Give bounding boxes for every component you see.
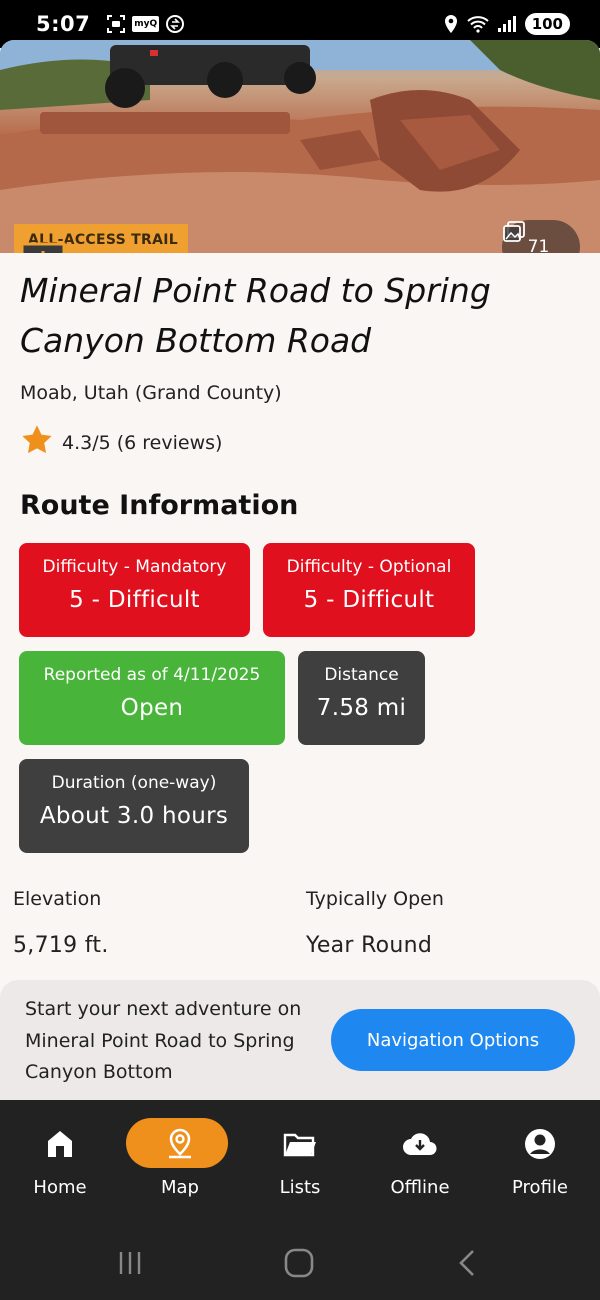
difficulty-mandatory-value: 5 - Difficult [69, 587, 200, 613]
trail-hero-image[interactable]: ALL-ACCESS TRAIL 71 [0, 40, 600, 253]
typically-open-label: Typically Open [306, 888, 444, 910]
battery-indicator: 100 [524, 13, 570, 35]
folder-icon [280, 1126, 320, 1162]
distance-value: 7.58 mi [316, 695, 407, 721]
myq-icon: myQ [132, 16, 160, 32]
duration-label: Duration (one-way) [51, 773, 217, 793]
navigation-prompt-text: Start your next adventure on Mineral Poi… [25, 998, 302, 1083]
tab-offline[interactable]: Offline [360, 1100, 480, 1220]
sync-icon [165, 14, 185, 34]
tab-home-label: Home [33, 1177, 87, 1198]
map-pin-icon [160, 1126, 200, 1162]
difficulty-optional-label: Difficulty - Optional [286, 557, 452, 577]
duration-card: Duration (one-way) About 3.0 hours [19, 759, 249, 853]
trail-status-value: Open [120, 695, 184, 721]
difficulty-mandatory-label: Difficulty - Mandatory [42, 557, 227, 577]
tab-profile[interactable]: Profile [480, 1100, 600, 1220]
trail-location: Moab, Utah (Grand County) [20, 382, 282, 404]
recent-apps-button[interactable] [115, 1248, 145, 1282]
photo-gallery-button[interactable]: 71 [502, 220, 580, 253]
tab-map[interactable]: Map [120, 1100, 240, 1220]
difficulty-mandatory-card[interactable]: Difficulty - Mandatory 5 - Difficult [19, 543, 250, 637]
difficulty-optional-value: 5 - Difficult [303, 587, 435, 613]
star-icon [20, 424, 54, 461]
tab-lists[interactable]: Lists [240, 1100, 360, 1220]
system-navigation-bar [0, 1220, 600, 1300]
screenshot-icon [106, 14, 126, 34]
tab-profile-label: Profile [512, 1177, 568, 1198]
duration-value: About 3.0 hours [39, 803, 229, 829]
typically-open-value: Year Round [306, 933, 433, 958]
tab-lists-label: Lists [279, 1177, 321, 1198]
distance-card: Distance 7.58 mi [298, 651, 425, 745]
status-time: 5:07 [36, 12, 91, 36]
cloud-download-icon [400, 1126, 440, 1162]
navigation-options-button[interactable]: Navigation Options [331, 1009, 575, 1071]
bottom-tab-bar: Home Map Lists Offline Profile [0, 1100, 600, 1220]
trail-status-card[interactable]: Reported as of 4/11/2025 Open [19, 651, 285, 745]
all-access-badge: ALL-ACCESS TRAIL [14, 212, 188, 253]
elevation-value: 5,719 ft. [13, 933, 109, 958]
status-notification-icons: myQ [106, 14, 185, 34]
signal-icon [497, 14, 517, 34]
trail-title: Mineral Point Road to Spring Canyon Bott… [20, 271, 491, 360]
status-right: 100 [443, 13, 570, 35]
home-button[interactable] [283, 1248, 315, 1282]
tab-map-label: Map [161, 1177, 199, 1198]
back-button[interactable] [455, 1248, 479, 1282]
tab-offline-label: Offline [390, 1177, 450, 1198]
navigation-prompt-panel: Start your next adventure on Mineral Poi… [0, 980, 600, 1102]
photo-count: 71 [527, 237, 550, 253]
tab-home[interactable]: Home [0, 1100, 120, 1220]
location-icon [443, 14, 459, 34]
route-information-heading: Route Information [20, 490, 299, 521]
trail-rating[interactable]: 4.3/5 (6 reviews) [20, 424, 222, 461]
elevation-label: Elevation [13, 888, 102, 910]
wifi-icon [467, 14, 489, 34]
home-icon [40, 1126, 80, 1162]
distance-label: Distance [324, 665, 399, 685]
difficulty-optional-card[interactable]: Difficulty - Optional 5 - Difficult [263, 543, 475, 637]
trail-status-label: Reported as of 4/11/2025 [43, 665, 261, 685]
profile-icon [520, 1126, 560, 1162]
rating-text: 4.3/5 (6 reviews) [62, 431, 223, 454]
